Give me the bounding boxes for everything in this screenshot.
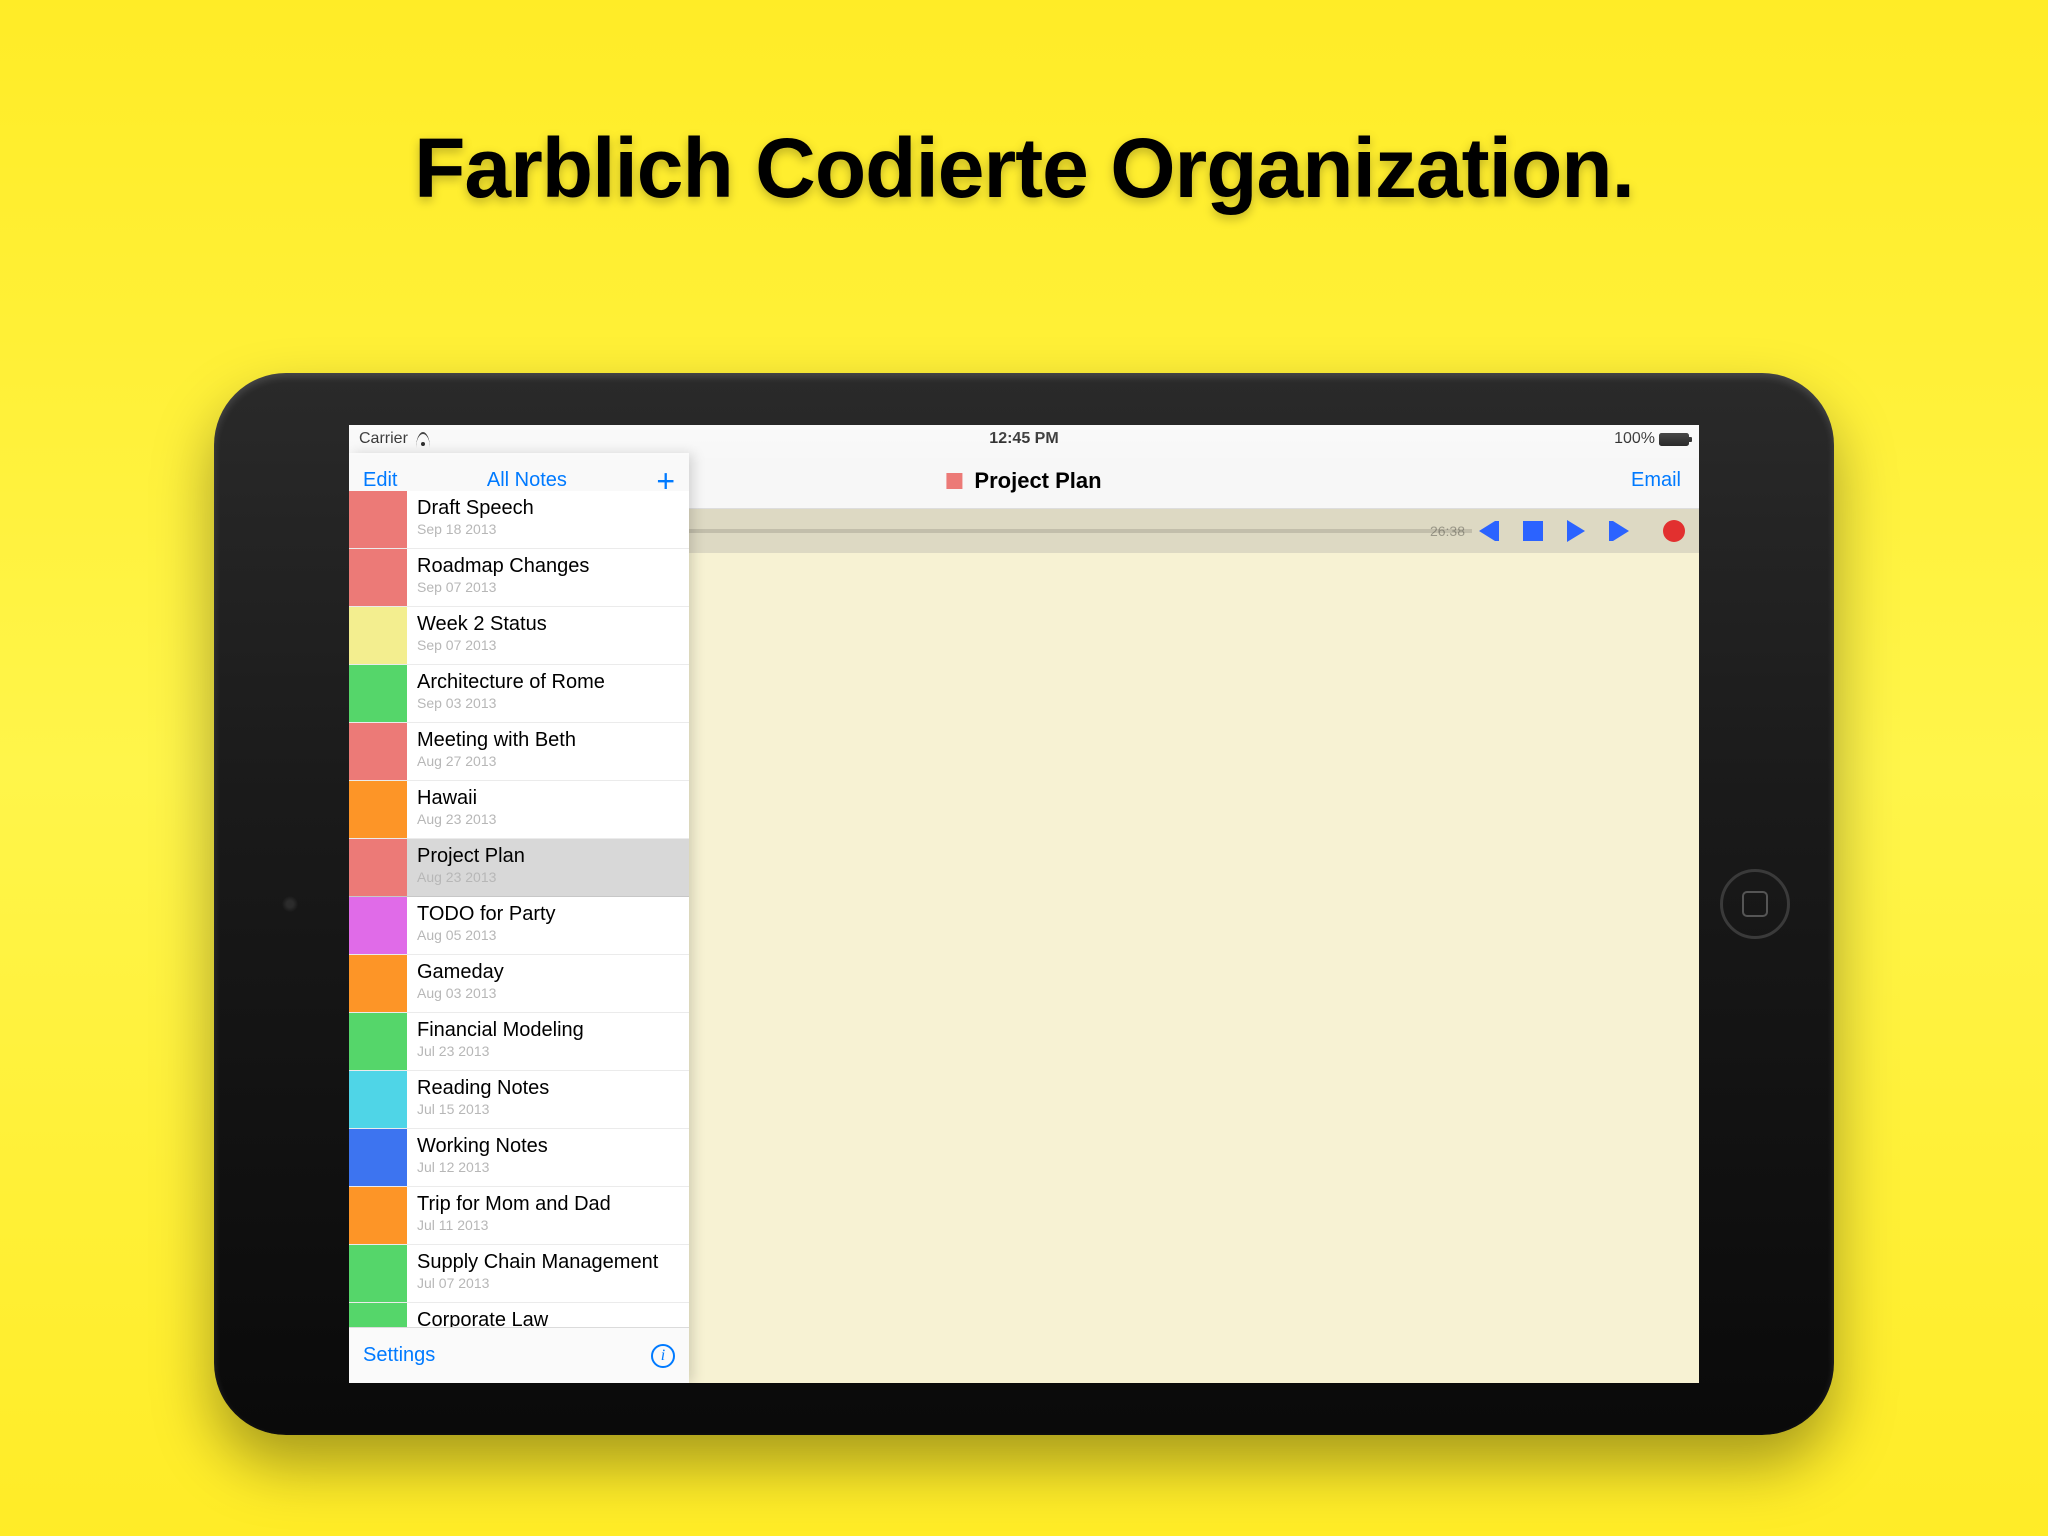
note-date: Sep 07 2013 (417, 579, 679, 595)
note-date: Jul 23 2013 (417, 1043, 679, 1059)
note-name: Architecture of Rome (417, 671, 679, 694)
note-name: Week 2 Status (417, 613, 679, 636)
ipad-frame: Carrier 12:45 PM 100% Project Plan Email (214, 373, 1834, 1435)
note-date: Jul 12 2013 (417, 1159, 679, 1175)
status-bar: Carrier 12:45 PM 100% (349, 425, 1699, 453)
note-date: Sep 03 2013 (417, 695, 679, 711)
color-swatch (349, 781, 407, 838)
sidebar-footer: Settings i (349, 1327, 689, 1383)
list-item[interactable]: TODO for PartyAug 05 2013 (349, 897, 689, 955)
edit-button[interactable]: Edit (363, 469, 397, 492)
note-date: Jul 11 2013 (417, 1217, 679, 1233)
list-item[interactable]: Supply Chain ManagementJul 07 2013 (349, 1245, 689, 1303)
note-name: Draft Speech (417, 497, 679, 520)
note-date: Sep 07 2013 (417, 637, 679, 653)
battery-icon (1659, 433, 1689, 446)
home-button[interactable] (1720, 869, 1790, 939)
list-item[interactable]: Architecture of RomeSep 03 2013 (349, 665, 689, 723)
forward-button[interactable] (1609, 521, 1629, 541)
note-name: Hawaii (417, 787, 679, 810)
list-item[interactable]: Financial ModelingJul 23 2013 (349, 1013, 689, 1071)
record-button[interactable] (1663, 520, 1685, 542)
color-swatch (349, 897, 407, 954)
note-date: Aug 23 2013 (417, 869, 679, 885)
note-name: Gameday (417, 961, 679, 984)
list-item[interactable]: GamedayAug 03 2013 (349, 955, 689, 1013)
rewind-button[interactable] (1479, 521, 1499, 541)
note-name: Supply Chain Management (417, 1251, 679, 1274)
list-item[interactable]: Draft SpeechSep 18 2013 (349, 491, 689, 549)
marketing-headline: Farblich Codierte Organization. (0, 120, 2048, 217)
carrier-label: Carrier (359, 430, 408, 448)
list-item[interactable]: Trip for Mom and DadJul 11 2013 (349, 1187, 689, 1245)
sidebar-title[interactable]: All Notes (487, 469, 567, 492)
list-item[interactable]: Corporate LawJul 04 2013 (349, 1303, 689, 1327)
note-color-chip (946, 473, 962, 489)
note-name: Roadmap Changes (417, 555, 679, 578)
email-button[interactable]: Email (1631, 469, 1681, 492)
play-button[interactable] (1567, 520, 1585, 542)
color-swatch (349, 1245, 407, 1302)
list-item[interactable]: Project PlanAug 23 2013 (349, 839, 689, 897)
list-item[interactable]: HawaiiAug 23 2013 (349, 781, 689, 839)
notes-sidebar: Edit All Notes + Draft SpeechSep 18 2013… (349, 453, 689, 1383)
list-item[interactable]: Working NotesJul 12 2013 (349, 1129, 689, 1187)
stop-button[interactable] (1523, 521, 1543, 541)
note-name: Corporate Law (417, 1309, 679, 1327)
note-list[interactable]: Draft SpeechSep 18 2013Roadmap ChangesSe… (349, 491, 689, 1327)
note-date: Sep 18 2013 (417, 521, 679, 537)
list-item[interactable]: Week 2 StatusSep 07 2013 (349, 607, 689, 665)
note-name: Meeting with Beth (417, 729, 679, 752)
color-swatch (349, 839, 407, 896)
note-date: Jul 07 2013 (417, 1275, 679, 1291)
note-name: TODO for Party (417, 903, 679, 926)
list-item[interactable]: Meeting with BethAug 27 2013 (349, 723, 689, 781)
battery-percent: 100% (1614, 430, 1655, 448)
color-swatch (349, 1129, 407, 1186)
note-name: Trip for Mom and Dad (417, 1193, 679, 1216)
color-swatch (349, 549, 407, 606)
note-name: Project Plan (417, 845, 679, 868)
color-swatch (349, 491, 407, 548)
note-date: Aug 05 2013 (417, 927, 679, 943)
info-icon[interactable]: i (651, 1344, 675, 1368)
color-swatch (349, 1013, 407, 1070)
note-date: Aug 27 2013 (417, 753, 679, 769)
color-swatch (349, 1303, 407, 1327)
note-title: Project Plan (974, 468, 1101, 494)
color-swatch (349, 607, 407, 664)
color-swatch (349, 723, 407, 780)
note-name: Reading Notes (417, 1077, 679, 1100)
note-date: Aug 03 2013 (417, 985, 679, 1001)
note-date: Jul 15 2013 (417, 1101, 679, 1117)
color-swatch (349, 665, 407, 722)
settings-button[interactable]: Settings (363, 1344, 435, 1367)
color-swatch (349, 1071, 407, 1128)
color-swatch (349, 955, 407, 1012)
clock: 12:45 PM (802, 430, 1245, 448)
note-date: Aug 23 2013 (417, 811, 679, 827)
list-item[interactable]: Roadmap ChangesSep 07 2013 (349, 549, 689, 607)
note-name: Financial Modeling (417, 1019, 679, 1042)
wifi-icon (414, 432, 432, 446)
color-swatch (349, 1187, 407, 1244)
list-item[interactable]: Reading NotesJul 15 2013 (349, 1071, 689, 1129)
ipad-screen: Carrier 12:45 PM 100% Project Plan Email (349, 425, 1699, 1383)
note-name: Working Notes (417, 1135, 679, 1158)
